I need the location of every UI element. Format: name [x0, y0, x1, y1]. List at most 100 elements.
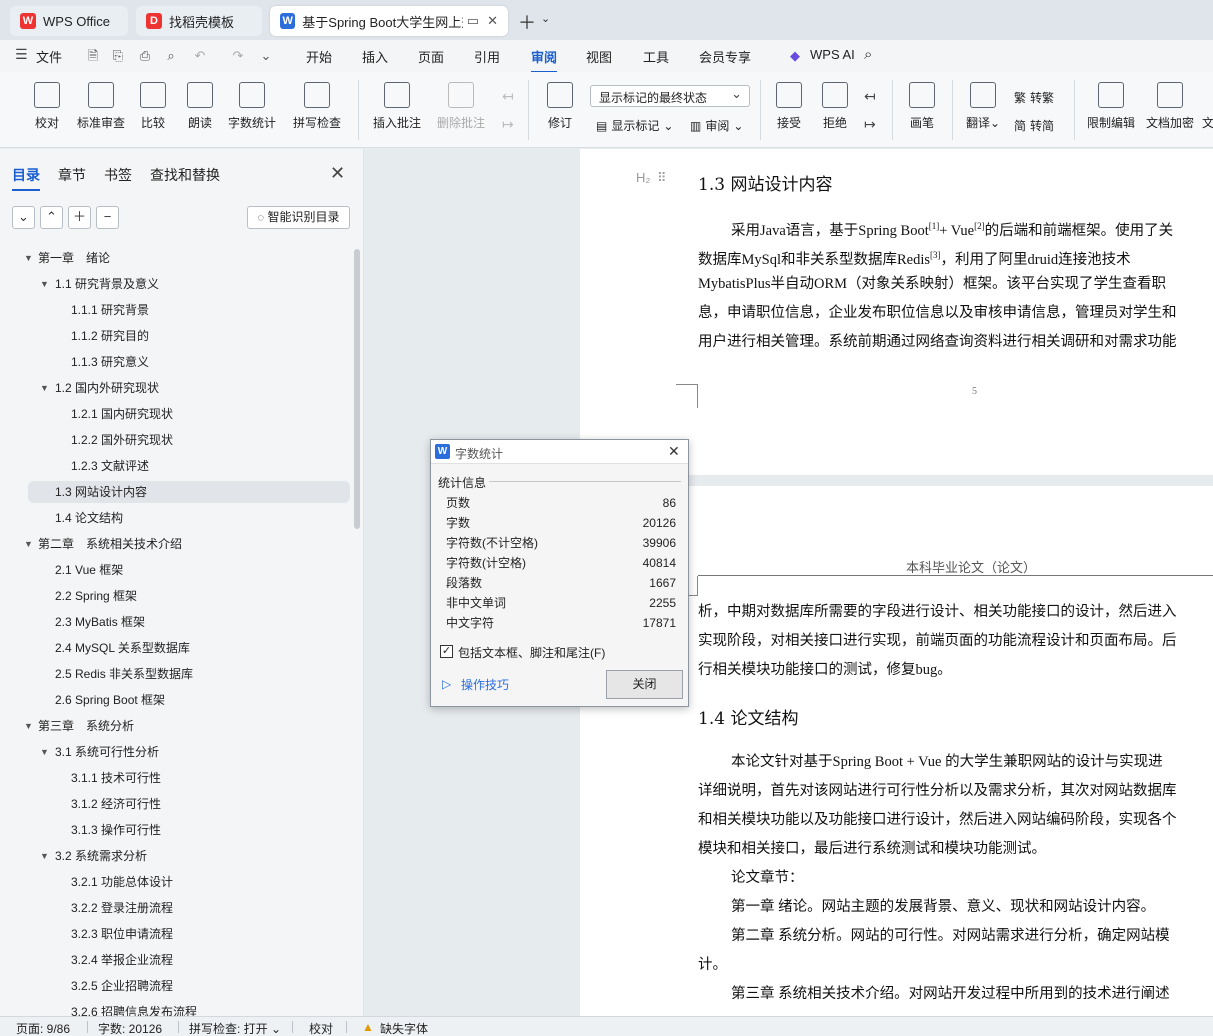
tab-find-replace[interactable]: 查找和替换 [150, 165, 220, 191]
menu-icon[interactable]: ☰ [15, 46, 28, 63]
expand-arrow-icon[interactable]: ▼ [40, 273, 49, 295]
menu-wps-ai[interactable]: WPS AI [810, 47, 855, 62]
expand-arrow-icon[interactable]: ▼ [24, 715, 33, 737]
undo-icon[interactable]: ↶ [192, 48, 208, 64]
checkbox-label[interactable]: 包括文本框、脚注和尾注(F) [458, 644, 605, 661]
toc-item[interactable]: 1.2.2 国外研究现状 [0, 429, 352, 451]
export-icon[interactable]: ⎘ [110, 48, 126, 64]
reject-button[interactable]: 拒绝 [818, 82, 852, 131]
translate-button[interactable]: 翻译⌄ [965, 82, 1001, 131]
toc-item[interactable]: 2.4 MySQL 关系型数据库 [0, 637, 352, 659]
to-simplified-button[interactable]: 简 转简 [1014, 117, 1054, 134]
insert-comment-button[interactable]: 插入批注 [372, 82, 422, 131]
pen-button[interactable]: 画笔 [906, 82, 938, 131]
dialog-titlebar[interactable]: W 字数统计 ✕ [431, 440, 688, 464]
track-changes-button[interactable]: 修订 [542, 82, 578, 131]
expand-arrow-icon[interactable]: ▼ [40, 741, 49, 763]
more-ribbon-button[interactable]: 文 [1202, 82, 1213, 131]
collapse-all-button[interactable]: ⌄ [12, 206, 35, 229]
toc-item[interactable]: 3.2.3 职位申请流程 [0, 923, 352, 945]
add-heading-button[interactable]: ＋ [68, 206, 91, 229]
spell-check-indicator[interactable]: 拼写检查: 打开 ⌄ [189, 1020, 281, 1036]
toc-item[interactable]: 2.1 Vue 框架 [0, 559, 352, 581]
toc-item[interactable]: 1.2.3 文献评述 [0, 455, 352, 477]
show-markup-button[interactable]: ▤ 显示标记 ⌄ [596, 117, 673, 134]
expand-arrow-icon[interactable]: ▼ [24, 533, 33, 555]
menu-insert[interactable]: 插入 [362, 47, 388, 66]
toc-item[interactable]: 3.1.1 技术可行性 [0, 767, 352, 789]
compare-button[interactable]: 比较 [136, 82, 170, 131]
toc-item[interactable]: 1.3 网站设计内容 [28, 481, 350, 503]
save-icon[interactable]: 🗎 [85, 48, 101, 64]
accept-button[interactable]: 接受 [772, 82, 806, 131]
missing-font-indicator[interactable]: 缺失字体 [380, 1020, 428, 1036]
toc-item[interactable]: 1.1.2 研究目的 [0, 325, 352, 347]
next-comment-icon[interactable]: ↦ [502, 116, 514, 133]
toc-item[interactable]: 3.2.4 举报企业流程 [0, 949, 352, 971]
checkbox[interactable]: ✓ [440, 645, 453, 658]
proofread-indicator[interactable]: 校对 [309, 1020, 333, 1036]
tips-link[interactable]: 操作技巧 [461, 676, 509, 693]
chevron-down-icon[interactable]: ⌄ [541, 12, 550, 25]
print-preview-icon[interactable]: ⌕ [163, 48, 179, 64]
toc-item[interactable]: 3.1.2 经济可行性 [0, 793, 352, 815]
drag-handle-icon[interactable]: ⠿ [657, 170, 667, 186]
search-icon[interactable]: ⌕ [864, 46, 872, 63]
close-tab-icon[interactable]: ✕ [487, 13, 498, 29]
print-icon[interactable]: ⎙ [137, 48, 153, 64]
menu-home[interactable]: 开始 [306, 47, 332, 66]
word-count-button[interactable]: 字数统计 [226, 82, 278, 131]
close-icon[interactable]: ✕ [668, 443, 680, 460]
expand-arrow-icon[interactable]: ▼ [40, 845, 49, 867]
toc-item[interactable]: 3.1.3 操作可行性 [0, 819, 352, 841]
tab-document[interactable]: W 基于Spring Boot大学生网上兼职 ▭ ✕ [270, 6, 508, 36]
spell-check-button[interactable]: 拼写检查 [288, 82, 346, 131]
toc-item[interactable]: 1.1.1 研究背景 [0, 299, 352, 321]
menu-page[interactable]: 页面 [418, 47, 444, 66]
standard-review-button[interactable]: 标准审查 [74, 82, 128, 131]
toc-item[interactable]: 1.2.1 国内研究现状 [0, 403, 352, 425]
toc-item[interactable]: 3.2.1 功能总体设计 [0, 871, 352, 893]
toc-item[interactable]: 2.2 Spring 框架 [0, 585, 352, 607]
delete-comment-button[interactable]: 删除批注 [432, 82, 490, 131]
tab-chapters[interactable]: 章节 [58, 165, 86, 191]
close-button[interactable]: 关闭 [606, 670, 683, 699]
toc-item[interactable]: 2.5 Redis 非关系型数据库 [0, 663, 352, 685]
expand-arrow-icon[interactable]: ▼ [40, 377, 49, 399]
toc-item[interactable]: 3.2.5 企业招聘流程 [0, 975, 352, 997]
to-traditional-button[interactable]: 繁 转繁 [1014, 89, 1054, 106]
more-chevron-icon[interactable]: ⌄ [258, 48, 274, 64]
tab-toc[interactable]: 目录 [12, 165, 40, 191]
prev-change-icon[interactable]: ↤ [864, 88, 876, 105]
word-count-indicator[interactable]: 字数: 20126 [98, 1020, 162, 1036]
menu-tools[interactable]: 工具 [643, 47, 669, 66]
close-icon[interactable]: ✕ [330, 163, 345, 184]
tab-bookmarks[interactable]: 书签 [104, 165, 132, 191]
new-tab-icon[interactable]: ＋ [518, 9, 536, 35]
expand-arrow-icon[interactable]: ▼ [24, 247, 33, 269]
menu-references[interactable]: 引用 [474, 47, 500, 66]
toc-item[interactable]: ▼ 3.1 系统可行性分析 [0, 741, 352, 763]
encrypt-button[interactable]: 文档加密 [1144, 82, 1196, 131]
tab-wps-office[interactable]: W WPS Office [10, 6, 128, 36]
toc-item[interactable]: 2.6 Spring Boot 框架 [0, 689, 352, 711]
toc-item[interactable]: ▼ 第一章 绪论 [0, 247, 352, 269]
menu-file[interactable]: 文件 [36, 47, 62, 66]
expand-button[interactable]: ⌃ [40, 206, 63, 229]
toc-item[interactable]: 1.1.3 研究意义 [0, 351, 352, 373]
restrict-edit-button[interactable]: 限制编辑 [1086, 82, 1136, 131]
remove-heading-button[interactable]: − [96, 206, 119, 229]
menu-review[interactable]: 审阅 [531, 47, 558, 73]
window-icon[interactable]: ▭ [467, 13, 479, 29]
tab-template[interactable]: D 找稻壳模板 [136, 6, 262, 36]
redo-icon[interactable]: ↷ [230, 48, 246, 64]
menu-vip[interactable]: 会员专享 [699, 47, 751, 66]
scrollbar[interactable] [354, 249, 360, 529]
markup-state-select[interactable]: 显示标记的最终状态 [590, 85, 750, 107]
prev-comment-icon[interactable]: ↤ [502, 88, 514, 105]
toc-item[interactable]: ▼ 1.2 国内外研究现状 [0, 377, 352, 399]
toc-item[interactable]: 1.4 论文结构 [0, 507, 352, 529]
smart-toc-button[interactable]: ◌ 智能识别目录 [247, 206, 350, 229]
review-pane-button[interactable]: ▥ 审阅 ⌄ [690, 117, 743, 134]
toc-item[interactable]: ▼ 3.2 系统需求分析 [0, 845, 352, 867]
